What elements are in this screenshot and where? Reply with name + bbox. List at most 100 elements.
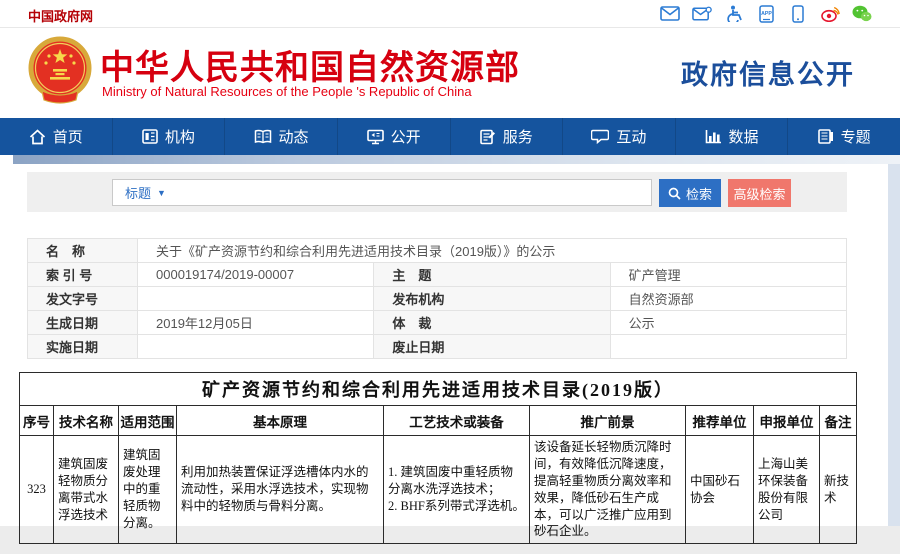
nav-item-disclosure[interactable]: 公开 [337,118,450,155]
app-icon[interactable]: APP [756,5,776,22]
col-header-note: 备注 [820,406,857,436]
search-field-label: 标题 [125,183,151,202]
nav-shadow-strip [13,155,900,164]
meta-value-topic: 矿产管理 [610,263,846,287]
meta-row-date: 生成日期 2019年12月05日 体 裁 公示 [28,311,847,335]
nav-item-topics[interactable]: 专题 [787,118,900,155]
meta-value-agency: 自然资源部 [610,287,846,311]
news-icon [254,129,272,144]
nav-item-interact[interactable]: 互动 [562,118,675,155]
cell-principle: 利用加热装置保证浮选槽体内水的流动性，采用水浮选技术，实现物料中的轻物质与骨料分… [177,436,384,544]
nav-label: 首页 [53,126,83,147]
cell-scope: 建筑固废处理中的重轻质物分离。 [119,436,177,544]
meta-row-effective: 实施日期 废止日期 [28,335,847,359]
nav-label: 数据 [729,126,759,147]
cell-no: 323 [20,436,54,544]
ministry-title-en: Ministry of Natural Resources of the Peo… [102,84,472,99]
meta-label: 实施日期 [28,335,138,359]
top-icons: APP [660,5,872,22]
meta-value-index-no: 000019174/2019-00007 [138,263,374,287]
cell-equipment: 1. 建筑固废中重轻质物分离水洗浮选技术； 2. BHF系列带式浮选机。 [384,436,530,544]
cell-name: 建筑固废轻物质分离带式水浮选技术 [54,436,119,544]
col-header-name: 技术名称 [54,406,119,436]
meta-label: 废止日期 [374,335,610,359]
home-icon [29,129,46,145]
nav-label: 互动 [616,126,646,147]
nav-item-news[interactable]: 动态 [224,118,337,155]
search-panel: 标题 ▼ 检索 高级检索 [27,172,847,212]
national-emblem [28,35,92,109]
section-title: 政府信息公开 [681,53,855,92]
data-icon [705,129,722,144]
nav-item-home[interactable]: 首页 [0,118,112,155]
table-row: 323 建筑固废轻物质分离带式水浮选技术 建筑固废处理中的重轻质物分离。 利用加… [20,436,857,544]
topics-icon [818,129,834,144]
accessibility-icon[interactable] [724,5,744,22]
nav-item-org[interactable]: 机构 [112,118,225,155]
app-icon-label: APP [761,11,772,17]
gov-portal-link[interactable]: 中国政府网 [28,6,93,25]
advanced-search-button[interactable]: 高级检索 [728,179,791,207]
col-header-scope: 适用范围 [119,406,177,436]
col-header-no: 序号 [20,406,54,436]
nav-label: 公开 [391,126,421,147]
search-input[interactable] [178,180,651,205]
cell-prospect: 该设备延长轻物质沉降时间，有效降低沉降速度，提高轻重物质分离效率和效果，降低砂石… [530,436,686,544]
catalog-title: 矿产资源节约和综合利用先进适用技术目录(2019版） [20,373,857,406]
disclosure-icon [367,129,384,145]
meta-label: 主 题 [374,263,610,287]
top-utility-bar: 中国政府网 APP [0,0,900,28]
col-header-applicant: 申报单位 [754,406,820,436]
col-header-prospect: 推广前景 [530,406,686,436]
wechat-icon[interactable] [852,5,872,22]
meta-row-docno: 发文字号 发布机构 自然资源部 [28,287,847,311]
content-area: 标题 ▼ 检索 高级检索 名 称 关于《矿产资源节约和综合利用先进适用技术目录（… [0,155,900,554]
site-header: 中华人民共和国自然资源部 Ministry of Natural Resourc… [0,28,900,118]
advanced-search-label: 高级检索 [733,184,785,203]
service-icon [480,129,496,145]
catalog-table: 矿产资源节约和综合利用先进适用技术目录(2019版） 序号 技术名称 适用范围 … [19,372,857,544]
meta-label: 索 引 号 [28,263,138,287]
mail-subscribe-icon[interactable] [692,5,712,22]
meta-value-docno [138,287,374,311]
cell-recommender: 中国砂石协会 [686,436,754,544]
meta-label: 体 裁 [374,311,610,335]
meta-row-index: 索 引 号 000019174/2019-00007 主 题 矿产管理 [28,263,847,287]
cell-applicant: 上海山美环保装备股份有限公司 [754,436,820,544]
catalog-title-row: 矿产资源节约和综合利用先进适用技术目录(2019版） [20,373,857,406]
cell-note: 新技术 [820,436,857,544]
ministry-title-cn: 中华人民共和国自然资源部 [100,40,520,89]
search-icon [668,187,681,200]
meta-value-effective [138,335,374,359]
col-header-recommender: 推荐单位 [686,406,754,436]
main-nav: 首页 机构 动态 公开 服务 互动 数据 专题 [0,118,900,155]
catalog-header-row: 序号 技术名称 适用范围 基本原理 工艺技术或装备 推广前景 推荐单位 申报单位… [20,406,857,436]
nav-label: 专题 [841,126,871,147]
nav-label: 动态 [279,126,309,147]
col-header-equipment: 工艺技术或装备 [384,406,530,436]
chevron-down-icon: ▼ [157,188,166,198]
search-button[interactable]: 检索 [659,179,721,207]
mail-icon[interactable] [660,5,680,22]
meta-value-date: 2019年12月05日 [138,311,374,335]
nav-item-data[interactable]: 数据 [675,118,788,155]
meta-value-title: 关于《矿产资源节约和综合利用先进适用技术目录（2019版）》的公示 [138,239,847,263]
col-header-principle: 基本原理 [177,406,384,436]
meta-label: 发文字号 [28,287,138,311]
meta-label: 发布机构 [374,287,610,311]
search-button-label: 检索 [686,184,712,203]
right-margin-strip [888,164,900,526]
weibo-icon[interactable] [820,5,840,22]
search-field-select[interactable]: 标题 ▼ [113,183,178,202]
nav-label: 机构 [165,126,195,147]
meta-label: 生成日期 [28,311,138,335]
search-box: 标题 ▼ [112,179,652,206]
nav-item-service[interactable]: 服务 [450,118,563,155]
page: 中国政府网 APP [0,0,900,554]
org-icon [142,129,158,144]
meta-label: 名 称 [28,239,138,263]
meta-value-genre: 公示 [610,311,846,335]
mobile-icon[interactable] [788,5,808,22]
nav-label: 服务 [503,126,533,147]
meta-row-name: 名 称 关于《矿产资源节约和综合利用先进适用技术目录（2019版）》的公示 [28,239,847,263]
